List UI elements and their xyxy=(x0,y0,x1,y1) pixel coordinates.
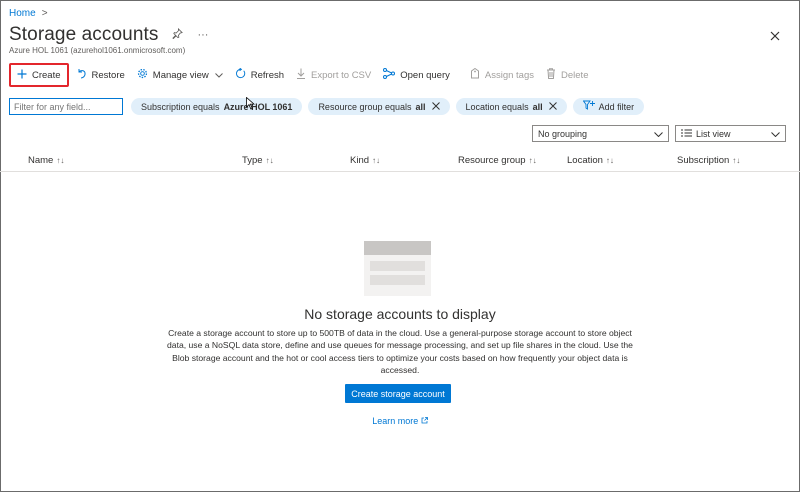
external-link-icon xyxy=(421,416,428,426)
command-bar: Create Restore Manage view Refresh Expor… xyxy=(9,62,594,88)
trash-icon xyxy=(546,68,556,82)
mouse-cursor-icon xyxy=(246,96,256,113)
manage-view-label: Manage view xyxy=(152,69,209,81)
location-filter-value: all xyxy=(532,101,543,112)
empty-state-title: No storage accounts to display xyxy=(304,306,496,322)
subscription-filter-value: Azure HOL 1061 xyxy=(223,101,293,112)
refresh-label: Refresh xyxy=(250,69,285,81)
grouping-value: No grouping xyxy=(538,128,588,139)
column-header-subscription[interactable]: Subscription ↑↓ xyxy=(677,155,740,166)
sort-icon: ↑↓ xyxy=(528,156,537,165)
delete-label: Delete xyxy=(561,69,589,81)
refresh-icon xyxy=(235,67,246,82)
column-label: Name xyxy=(28,155,54,166)
add-filter-label: Add filter xyxy=(598,101,635,112)
column-header-name[interactable]: Name ↑↓ xyxy=(28,155,64,166)
breadcrumb-separator: > xyxy=(41,8,48,19)
assign-tags-label: Assign tags xyxy=(484,69,535,81)
column-header-type[interactable]: Type ↑↓ xyxy=(242,155,274,166)
sort-icon: ↑↓ xyxy=(605,156,614,165)
view-mode-dropdown[interactable]: List view xyxy=(675,125,786,142)
create-storage-account-button[interactable]: Create storage account xyxy=(345,384,451,403)
restore-label: Restore xyxy=(91,69,125,81)
column-label: Subscription xyxy=(677,155,730,166)
resource-group-filter-value: all xyxy=(415,101,426,112)
export-csv-label: Export to CSV xyxy=(311,69,372,81)
download-icon xyxy=(296,68,306,82)
page-subtitle: Azure HOL 1061 (azurehol1061.onmicrosoft… xyxy=(9,46,186,55)
create-label: Create xyxy=(32,69,61,81)
page-title: Storage accounts xyxy=(9,24,159,45)
close-icon[interactable] xyxy=(770,28,780,44)
column-header-location[interactable]: Location ↑↓ xyxy=(567,155,614,166)
remove-filter-icon[interactable] xyxy=(431,101,440,113)
view-mode-value: List view xyxy=(696,128,731,139)
storage-empty-illustration-icon xyxy=(364,241,431,296)
delete-button[interactable]: Delete xyxy=(540,62,594,88)
tag-icon xyxy=(470,67,480,82)
table-header: Name ↑↓ Type ↑↓ Kind ↑↓ Resource group ↑↓ Lo… xyxy=(0,150,800,172)
remove-filter-icon[interactable] xyxy=(548,101,557,113)
restore-button[interactable]: Restore xyxy=(71,62,131,88)
gear-icon xyxy=(137,68,148,82)
column-header-resource-group[interactable]: Resource group ↑↓ xyxy=(458,155,537,166)
grouping-dropdown[interactable]: No grouping xyxy=(532,125,669,142)
subscription-filter-prefix: Subscription equals xyxy=(141,101,220,112)
sort-icon: ↑↓ xyxy=(732,156,741,165)
breadcrumb: Home > xyxy=(9,8,48,19)
add-filter-icon xyxy=(582,100,595,113)
column-header-kind[interactable]: Kind ↑↓ xyxy=(350,155,380,166)
column-label: Type xyxy=(242,155,263,166)
manage-view-button[interactable]: Manage view xyxy=(131,62,229,88)
sort-icon: ↑↓ xyxy=(372,156,381,165)
resource-group-filter-pill[interactable]: Resource group equals all xyxy=(308,98,450,115)
chevron-down-icon xyxy=(214,71,223,80)
column-label: Location xyxy=(567,155,603,166)
column-label: Kind xyxy=(350,155,370,166)
resource-group-filter-prefix: Resource group equals xyxy=(318,101,412,112)
empty-state-description: Create a storage account to store up to … xyxy=(167,328,633,376)
export-csv-button[interactable]: Export to CSV xyxy=(290,62,377,88)
subscription-filter-pill[interactable]: Subscription equals Azure HOL 1061 xyxy=(131,98,303,115)
title-row: Storage accounts ··· xyxy=(9,24,208,46)
learn-more-label: Learn more xyxy=(372,416,419,426)
location-filter-prefix: Location equals xyxy=(465,101,529,112)
column-label: Resource group xyxy=(458,155,526,166)
filter-row: Subscription equals Azure HOL 1061 Resou… xyxy=(9,98,645,115)
undo-icon xyxy=(77,68,87,82)
chevron-down-icon xyxy=(771,129,780,139)
ellipsis-icon[interactable]: ··· xyxy=(197,29,208,41)
sort-asc-icon: ↑↓ xyxy=(56,156,65,165)
add-filter-button[interactable]: Add filter xyxy=(572,98,645,115)
plus-icon xyxy=(17,69,27,82)
create-button[interactable]: Create xyxy=(9,63,69,87)
open-query-button[interactable]: Open query xyxy=(377,62,456,88)
assign-tags-button[interactable]: Assign tags xyxy=(464,62,540,88)
query-icon xyxy=(383,68,396,82)
learn-more-link[interactable]: Learn more xyxy=(0,416,800,426)
open-query-label: Open query xyxy=(400,69,450,81)
pin-icon[interactable] xyxy=(172,27,184,42)
chevron-down-icon xyxy=(654,129,663,139)
refresh-button[interactable]: Refresh xyxy=(229,62,290,88)
filter-input[interactable] xyxy=(9,98,123,115)
sort-icon: ↑↓ xyxy=(265,156,274,165)
list-icon xyxy=(681,129,692,139)
breadcrumb-home-link[interactable]: Home xyxy=(9,8,36,19)
location-filter-pill[interactable]: Location equals all xyxy=(455,98,567,115)
